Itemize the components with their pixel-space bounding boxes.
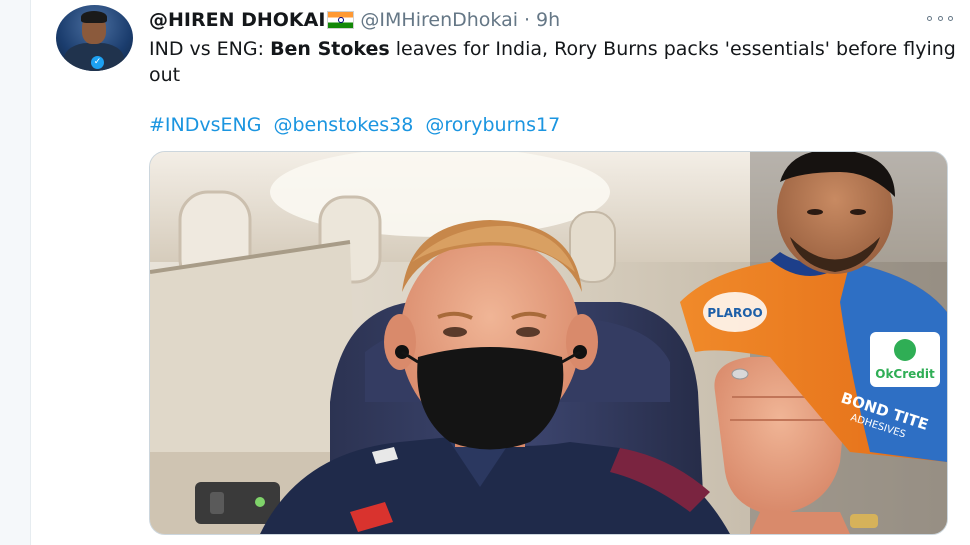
verified-badge-icon: ✓ — [91, 56, 104, 69]
eye-left — [443, 327, 467, 337]
india-flag-icon — [327, 11, 355, 29]
avatar-hair — [81, 11, 107, 23]
tweet-media-photo[interactable]: PLAROO OkCredit BOND TITE ADHESIVES — [149, 151, 948, 535]
tweet-text-part1: IND vs ENG: — [149, 38, 271, 60]
photo-illustration: PLAROO OkCredit BOND TITE ADHESIVES — [150, 152, 947, 534]
avatar[interactable]: ✓ — [56, 5, 133, 71]
okcredit-logo — [894, 339, 916, 361]
mention-link-1[interactable]: @benstokes38 — [274, 114, 414, 136]
armrest — [195, 482, 280, 524]
eye-right — [516, 327, 540, 337]
dot-separator: · — [524, 9, 531, 31]
pant-eye-left — [807, 209, 823, 215]
okcredit-text: OkCredit — [875, 367, 935, 381]
ear-right — [566, 314, 598, 370]
armrest-button — [210, 492, 224, 514]
tweet-text: IND vs ENG: Ben Stokes leaves for India,… — [149, 36, 959, 88]
pant-eye-right — [850, 209, 866, 215]
bracelet — [850, 514, 878, 528]
ear-left — [384, 314, 416, 370]
hashtag-link[interactable]: #INDvsENG — [149, 114, 261, 136]
timestamp[interactable]: 9h — [536, 9, 560, 31]
tweet-text-bold: Ben Stokes — [270, 38, 390, 60]
hashtags-line: #INDvsENG @benstokes38 @roryburns17 — [149, 112, 566, 138]
armrest-light — [255, 497, 265, 507]
display-name[interactable]: @HIREN DHOKAI — [149, 9, 325, 31]
sponsor2-text: PLAROO — [707, 306, 762, 320]
arm — [750, 512, 850, 534]
ring — [731, 368, 749, 380]
user-handle[interactable]: @IMHirenDhokai — [360, 9, 518, 31]
more-horizontal-icon[interactable] — [927, 8, 953, 28]
tweet-card[interactable]: ✓ @HIREN DHOKAI @IMHirenDhokai · 9h IND … — [30, 0, 970, 545]
tweet-header: @HIREN DHOKAI @IMHirenDhokai · 9h — [149, 8, 560, 32]
mention-link-2[interactable]: @roryburns17 — [425, 114, 560, 136]
